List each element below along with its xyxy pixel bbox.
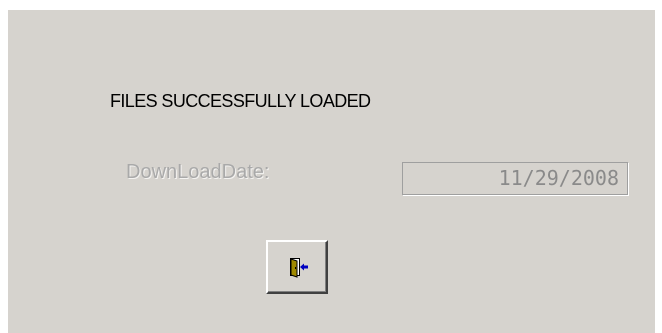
exit-button[interactable] (266, 240, 328, 294)
exit-door-icon (290, 258, 308, 278)
download-date-field[interactable]: 11/29/2008 (402, 162, 628, 195)
status-message: FILES SUCCESSFULLY LOADED (110, 91, 371, 111)
download-date-label: DownLoadDate: (126, 161, 270, 183)
form-panel: FILES SUCCESSFULLY LOADED DownLoadDate: … (8, 10, 655, 333)
